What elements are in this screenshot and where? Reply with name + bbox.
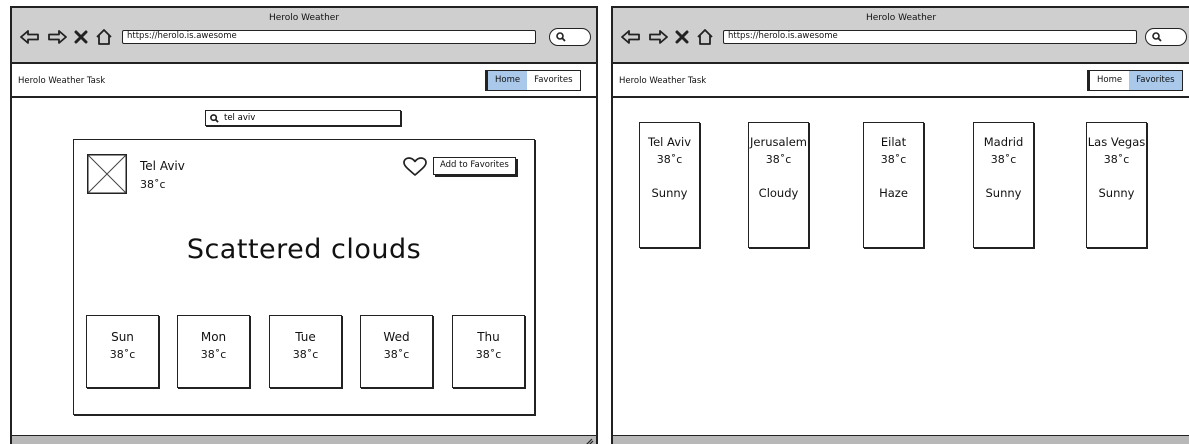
home-icon[interactable] (696, 28, 714, 46)
search-icon (556, 32, 566, 42)
image-placeholder-icon (87, 154, 127, 194)
favorite-city-condition: Sunny (1098, 186, 1135, 200)
search-icon (210, 114, 219, 123)
forecast-day-card: Tue 38˚c (269, 315, 342, 388)
favorite-city-condition: Sunny (985, 186, 1022, 200)
forecast-day: Wed (383, 330, 410, 344)
city-temperature: 38˚c (140, 178, 166, 191)
favorite-city-card[interactable]: Tel Aviv 38˚c Sunny (639, 122, 700, 248)
favorite-city-temp: 38˚c (765, 153, 792, 166)
favorite-city-name: Madrid (983, 135, 1024, 149)
forecast-day: Mon (200, 330, 227, 344)
favorite-city-name: Tel Aviv (648, 135, 691, 149)
favorite-city-temp: 38˚c (656, 153, 683, 166)
favorite-city-card[interactable]: Jerusalem 38˚c Cloudy (748, 122, 809, 248)
favorite-city-name: Las Vegas (1087, 135, 1146, 149)
home-page: Tel Aviv 38˚c Add to Favorites Scattered… (12, 98, 596, 436)
browser-window-right: Herolo Weather https://herolo.is.awesome… (611, 6, 1189, 444)
nav-tabs: Home Favorites (487, 70, 581, 91)
status-bar (12, 435, 596, 444)
forecast-day-card: Mon 38˚c (177, 315, 250, 388)
url-bar[interactable]: https://herolo.is.awesome (723, 30, 1137, 44)
nav-home-button[interactable]: Home (1090, 71, 1129, 90)
city-name: Tel Aviv (140, 159, 185, 173)
heart-icon[interactable] (403, 157, 427, 177)
forecast-temp: 38˚c (475, 348, 502, 361)
favorite-city-card[interactable]: Eilat 38˚c Haze (863, 122, 924, 248)
browser-chrome: Herolo Weather https://herolo.is.awesome (12, 8, 596, 64)
search-icon (1152, 32, 1162, 42)
browser-nav-icons (621, 26, 721, 48)
favorite-city-temp: 38˚c (990, 153, 1017, 166)
favorite-city-condition: Cloudy (758, 186, 799, 200)
back-arrow-icon[interactable] (621, 29, 641, 45)
browser-window-left: Herolo Weather https://herolo.is.awesome… (10, 6, 598, 444)
weather-panel: Tel Aviv 38˚c Add to Favorites Scattered… (73, 139, 535, 415)
browser-search-button[interactable] (549, 28, 591, 46)
app-header: Herolo Weather Task Home Favorites (12, 64, 596, 98)
nav-home-button[interactable]: Home (488, 71, 528, 90)
nav-tabs: Home Favorites (1089, 70, 1183, 91)
weather-condition: Scattered clouds (186, 234, 422, 265)
forecast-day: Thu (477, 330, 500, 344)
favorite-city-card[interactable]: Las Vegas 38˚c Sunny (1086, 122, 1147, 248)
forecast-day-card: Sun 38˚c (86, 315, 159, 388)
back-arrow-icon[interactable] (20, 29, 40, 45)
close-icon[interactable] (675, 30, 689, 44)
window-title: Herolo Weather (268, 13, 340, 23)
forecast-temp: 38˚c (383, 348, 410, 361)
app-name: Herolo Weather Task (18, 76, 106, 86)
url-bar[interactable]: https://herolo.is.awesome (122, 30, 536, 44)
forward-arrow-icon[interactable] (648, 29, 668, 45)
favorite-city-condition: Sunny (651, 186, 688, 200)
forecast-temp: 38˚c (200, 348, 227, 361)
app-header: Herolo Weather Task Home Favorites (613, 64, 1189, 98)
favorites-page: Tel Aviv 38˚c Sunny Jerusalem 38˚c Cloud… (613, 98, 1189, 436)
forecast-day: Tue (295, 330, 316, 344)
status-bar (613, 435, 1189, 444)
forecast-day-card: Wed 38˚c (360, 315, 433, 388)
nav-favorites-button[interactable]: Favorites (527, 71, 579, 90)
forecast-temp: 38˚c (109, 348, 136, 361)
forecast-temp: 38˚c (292, 348, 319, 361)
city-search-input[interactable] (205, 110, 401, 126)
favorite-city-name: Jerusalem (750, 135, 807, 149)
favorite-city-card[interactable]: Madrid 38˚c Sunny (973, 122, 1034, 248)
forward-arrow-icon[interactable] (47, 29, 67, 45)
forecast-day-card: Thu 38˚c (452, 315, 525, 388)
favorite-city-condition: Haze (879, 186, 908, 200)
browser-chrome: Herolo Weather https://herolo.is.awesome (613, 8, 1189, 64)
browser-search-button[interactable] (1145, 28, 1187, 46)
favorite-city-name: Eilat (880, 135, 907, 149)
browser-nav-icons (20, 26, 120, 48)
close-icon[interactable] (74, 30, 88, 44)
home-icon[interactable] (95, 28, 113, 46)
app-name: Herolo Weather Task (619, 76, 707, 86)
forecast-day: Sun (111, 330, 134, 344)
nav-favorites-button[interactable]: Favorites (1129, 71, 1182, 90)
add-to-favorites-button[interactable]: Add to Favorites (433, 157, 516, 175)
favorite-city-temp: 38˚c (1103, 153, 1130, 166)
resize-grip-icon[interactable] (584, 438, 594, 444)
window-title: Herolo Weather (865, 13, 937, 23)
favorite-city-temp: 38˚c (880, 153, 907, 166)
